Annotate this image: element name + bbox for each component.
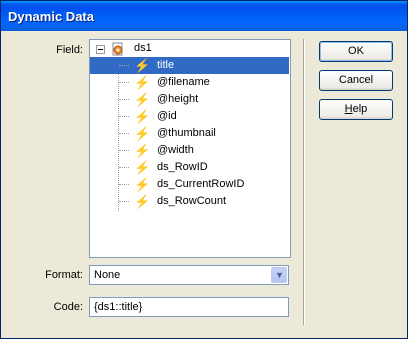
tree-connector <box>119 65 129 66</box>
chevron-down-icon: ▼ <box>275 270 284 280</box>
title-bar[interactable]: Dynamic Data <box>1 1 407 31</box>
lightning-icon: ⚡ <box>134 92 151 107</box>
tree-item-label: @id <box>157 110 177 122</box>
tree-item-label: ds_CurrentRowID <box>157 178 245 190</box>
tree-connector <box>119 99 129 100</box>
tree-connector <box>119 167 129 168</box>
tree-item-label: title <box>157 59 175 71</box>
lightning-icon: ⚡ <box>134 126 151 141</box>
tree-item-label: ds_RowID <box>157 161 208 173</box>
lightning-icon: ⚡ <box>134 75 151 90</box>
format-select[interactable]: None ▼ <box>89 265 289 285</box>
tree-item[interactable]: ⚡ @height <box>90 91 289 108</box>
tree-connector <box>119 150 129 151</box>
tree-item-label: @thumbnail <box>157 127 216 139</box>
tree-connector <box>119 201 129 202</box>
code-label: Code: <box>53 301 83 313</box>
format-label: Format: <box>45 269 83 281</box>
tree-connector <box>119 116 129 117</box>
tree-item[interactable]: ⚡ @width <box>90 142 289 159</box>
dialog-title: Dynamic Data <box>8 9 94 24</box>
tree-item[interactable]: ⚡ @filename <box>90 74 289 91</box>
data-set-icon <box>112 42 123 56</box>
tree-item[interactable]: ⚡ ds_RowID <box>90 159 289 176</box>
tree-connector <box>119 184 129 185</box>
lightning-icon: ⚡ <box>134 177 151 192</box>
tree-item-label: @filename <box>157 76 210 88</box>
tree-root-ds1[interactable]: ds1 <box>90 40 289 57</box>
tree-item[interactable]: ⚡ @id <box>90 108 289 125</box>
tree-item-label: ds_RowCount <box>157 195 227 207</box>
tree-item[interactable]: ⚡ ds_CurrentRowID <box>90 176 289 193</box>
divider <box>303 39 305 325</box>
format-value: None <box>94 269 121 281</box>
collapse-icon[interactable] <box>96 45 105 54</box>
help-button[interactable]: Help <box>319 99 393 120</box>
tree-connector <box>119 82 129 83</box>
tree-item[interactable]: ⚡ title <box>90 57 289 74</box>
tree-item[interactable]: ⚡ @thumbnail <box>90 125 289 142</box>
tree-item-label: @width <box>157 144 194 156</box>
lightning-icon: ⚡ <box>134 194 151 209</box>
lightning-icon: ⚡ <box>134 109 151 124</box>
tree-item[interactable]: ⚡ ds_RowCount <box>90 193 289 210</box>
field-tree[interactable]: ds1 ⚡ title ⚡ @filename ⚡ @height ⚡ @id ⚡ @thumbn… <box>89 39 291 258</box>
code-value: {ds1::title} <box>94 301 143 313</box>
ok-button[interactable]: OK <box>319 41 393 62</box>
dynamic-data-dialog: Dynamic Data Field: ds1 ⚡ title ⚡ @filename… <box>0 0 408 339</box>
dropdown-arrow[interactable]: ▼ <box>271 267 287 283</box>
lightning-icon: ⚡ <box>134 58 151 73</box>
tree-connector <box>119 133 129 134</box>
lightning-icon: ⚡ <box>134 143 151 158</box>
tree-item-label: @height <box>157 93 199 105</box>
code-field[interactable]: {ds1::title} <box>89 297 289 317</box>
field-label: Field: <box>56 44 83 56</box>
lightning-icon: ⚡ <box>134 160 151 175</box>
tree-root-label: ds1 <box>134 42 152 54</box>
cancel-button[interactable]: Cancel <box>319 70 393 91</box>
